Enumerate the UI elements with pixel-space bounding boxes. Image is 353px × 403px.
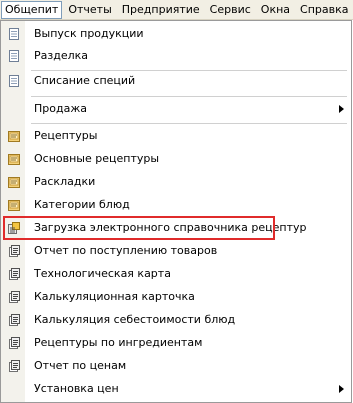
document-icon [9, 50, 19, 62]
menu-item-label: Выпуск продукции [34, 27, 144, 40]
menu-item-label: Технологическая карта [34, 267, 171, 280]
menu-item-label: Основные рецептуры [34, 152, 160, 165]
menu-item-osnovnye-retseptury[interactable]: Основные рецептуры [1, 148, 351, 170]
submenu-arrow-icon [339, 105, 344, 113]
menu-item-kategorii-blyud[interactable]: Категории блюд [1, 194, 351, 216]
menu-separator [31, 96, 347, 97]
menu-item-raskladki[interactable]: Раскладки [1, 171, 351, 193]
menu-help[interactable]: Справка [296, 1, 352, 19]
report-icon [9, 291, 20, 303]
menu-item-kalkulyatsionnaya-kartochka[interactable]: Калькуляционная карточка [1, 286, 351, 308]
report-icon [9, 360, 20, 372]
catalog-icon [8, 154, 20, 165]
menu-item-label: Разделка [34, 49, 89, 62]
menu-item-label: Установка цен [34, 382, 119, 395]
menu-item-label: Отчет по поступлению товаров [34, 244, 218, 257]
menu-enterprise[interactable]: Предприятие [118, 1, 204, 19]
menu-item-label: Рецептуры [34, 129, 98, 142]
menu-item-tekhnologicheskaya-karta[interactable]: Технологическая карта [1, 263, 351, 285]
menu-item-retseptury-po-ingredientam[interactable]: Рецептуры по ингредиентам [1, 332, 351, 354]
red-highlight-frame [3, 216, 275, 240]
menu-item-vypusk-produktsii[interactable]: Выпуск продукции [1, 23, 351, 45]
menu-reports[interactable]: Отчеты [64, 1, 115, 19]
menu-item-label: Рецептуры по ингредиентам [34, 336, 203, 349]
report-icon [9, 337, 20, 349]
menu-item-retseptury[interactable]: Рецептуры [1, 125, 351, 147]
catalog-icon [8, 177, 20, 188]
catalog-icon [8, 200, 20, 211]
report-icon [9, 268, 20, 280]
menu-item-label: Калькуляция себестоимости блюд [34, 313, 236, 326]
catalog-icon [8, 131, 20, 142]
submenu-arrow-icon [339, 385, 344, 393]
report-icon [9, 314, 20, 326]
menu-separator [31, 123, 347, 124]
menu-item-label: Отчет по ценам [34, 359, 127, 372]
menu-item-kalkulyatsiya-sebestoimosti[interactable]: Калькуляция себестоимости блюд [1, 309, 351, 331]
menu-item-label: Категории блюд [34, 198, 130, 211]
menu-item-spisanie-spetsiy[interactable]: Списание специй [1, 70, 351, 92]
menu-item-ustanovka-tsen[interactable]: Установка цен [1, 378, 351, 400]
document-icon [9, 28, 19, 40]
menu-item-otchet-postuplenie[interactable]: Отчет по поступлению товаров [1, 240, 351, 262]
menu-item-label: Продажа [34, 102, 87, 115]
menu-obshchepit[interactable]: Общепит [1, 0, 63, 19]
menu-item-label: Раскладки [34, 175, 96, 188]
menu-windows[interactable]: Окна [257, 1, 294, 19]
menu-bar: Общепит Отчеты Предприятие Сервис Окна С… [0, 0, 353, 20]
menu-item-label: Калькуляционная карточка [34, 290, 195, 303]
menu-service[interactable]: Сервис [206, 1, 255, 19]
menu-item-label: Списание специй [34, 74, 136, 87]
menu-item-prodazha[interactable]: Продажа [1, 98, 351, 120]
menu-item-otchet-po-tsenam[interactable]: Отчет по ценам [1, 355, 351, 377]
menu-item-razdelka[interactable]: Разделка [1, 45, 351, 67]
document-icon [9, 75, 19, 87]
dropdown-menu: Выпуск продукции Разделка Списание специ… [0, 20, 352, 403]
report-icon [9, 245, 20, 257]
